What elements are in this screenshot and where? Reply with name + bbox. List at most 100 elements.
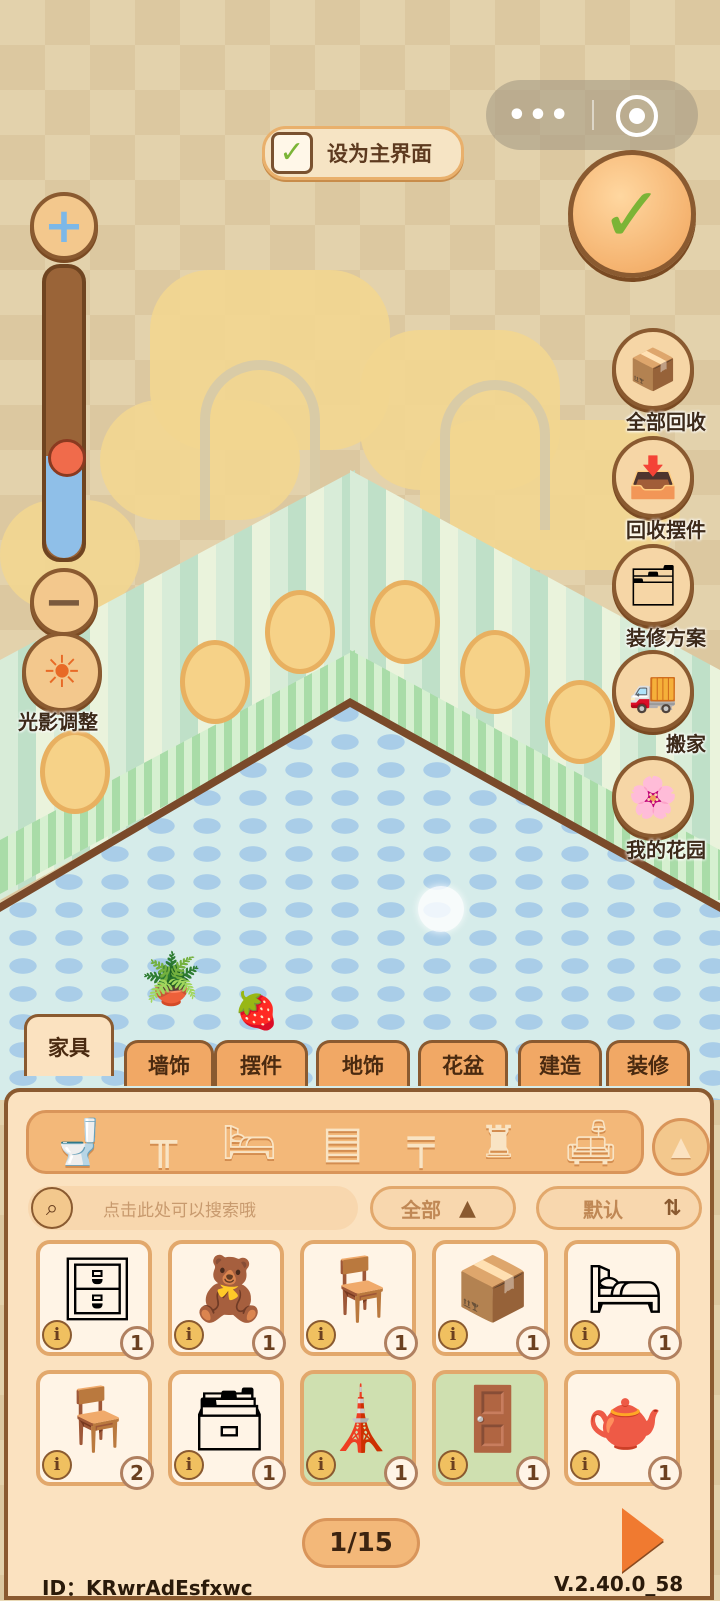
set-as-main-label: 设为主界面: [327, 142, 432, 166]
version-label: V.2.40.0_58: [554, 1572, 684, 1596]
tab-2[interactable]: 墙饰: [124, 1040, 214, 1086]
filter-dropdown[interactable]: 全部 ▲: [370, 1186, 516, 1230]
tab-label: 家具: [48, 1035, 90, 1060]
lamp-icon[interactable]: ♜: [479, 1117, 518, 1168]
right-menu-button-5[interactable]: 🌸: [612, 756, 694, 838]
inventory-item-folding-chair-blue[interactable]: 🪑 i 1: [300, 1240, 418, 1360]
tab-furniture[interactable]: 家具: [24, 1014, 114, 1076]
tab-7[interactable]: 装修: [606, 1040, 690, 1086]
expand-up-button[interactable]: ▲: [652, 1118, 710, 1176]
set-as-main-toggle[interactable]: ✓ 设为主界面: [262, 126, 464, 180]
right-menu-button-1[interactable]: 📦: [612, 328, 694, 410]
right-menu-button-2[interactable]: 📥: [612, 436, 694, 518]
right-menu-label: 全部回收: [626, 410, 706, 434]
info-icon[interactable]: i: [438, 1320, 468, 1350]
info-icon[interactable]: i: [42, 1320, 72, 1350]
info-icon[interactable]: i: [42, 1450, 72, 1480]
wall-frame: [545, 680, 615, 764]
item-thumbnail: 🪑: [58, 1382, 136, 1455]
page-indicator: 1/15: [302, 1518, 420, 1568]
item-thumbnail: 🛏: [586, 1252, 665, 1325]
info-icon[interactable]: i: [174, 1450, 204, 1480]
info-icon[interactable]: i: [570, 1320, 600, 1350]
zoom-slider[interactable]: [42, 264, 86, 562]
garden-arch: [200, 360, 320, 520]
garden-arch: [440, 380, 550, 530]
item-thumbnail: 🗼: [322, 1382, 400, 1455]
right-menu-label: 我的花园: [626, 838, 706, 862]
toilet-icon[interactable]: 🚽: [51, 1116, 106, 1168]
search-input[interactable]: 点击此处可以搜索哦: [103, 1196, 256, 1221]
info-icon[interactable]: i: [570, 1450, 600, 1480]
search-box[interactable]: ⌕ 点击此处可以搜索哦: [28, 1186, 358, 1230]
mini-program-capsule: •••: [486, 80, 698, 150]
inventory-item-lace-table[interactable]: 🛏 i 1: [564, 1240, 682, 1360]
item-count-badge: 1: [384, 1326, 418, 1360]
sort-dropdown[interactable]: 默认 ⇅: [536, 1186, 702, 1230]
inventory-item-tall-pillar-cabinet[interactable]: 🗼 i 1: [300, 1370, 418, 1490]
more-icon[interactable]: •••: [486, 80, 592, 150]
triangle-up-icon: ▲: [671, 1132, 691, 1162]
checkbox-checked-icon[interactable]: ✓: [271, 132, 313, 174]
inventory-item-screen-panel[interactable]: 🚪 i 1: [432, 1370, 550, 1490]
sort-arrows-icon: ⇅: [663, 1195, 682, 1221]
filter-value: 全部: [401, 1197, 441, 1222]
item-count-badge: 1: [252, 1326, 286, 1360]
info-icon[interactable]: i: [306, 1320, 336, 1350]
inventory-item-folding-chair-blue-2[interactable]: 🪑 i 2: [36, 1370, 154, 1490]
zoom-in-button[interactable]: +: [30, 192, 98, 260]
triangle-up-icon: ▲: [459, 1195, 476, 1221]
minus-icon: −: [43, 574, 85, 630]
sofa-icon[interactable]: 🛋: [563, 1116, 619, 1168]
zoom-out-button[interactable]: −: [30, 568, 98, 636]
inventory-item-stove-kettle[interactable]: 🫖 i 1: [564, 1370, 682, 1490]
wall-frame: [460, 630, 530, 714]
item-count-badge: 1: [120, 1326, 154, 1360]
light-adjust-button[interactable]: ☀: [22, 632, 102, 712]
potted-flower: 🪴: [140, 950, 203, 1008]
item-count-badge: 1: [648, 1456, 682, 1490]
item-thumbnail: 🗄: [58, 1252, 137, 1325]
next-page-button[interactable]: [622, 1508, 664, 1572]
bed-icon[interactable]: 🛏: [222, 1116, 278, 1168]
search-icon[interactable]: ⌕: [31, 1187, 73, 1229]
item-thumbnail: 🗃: [190, 1382, 269, 1455]
tab-6[interactable]: 建造: [518, 1040, 602, 1086]
light-adjust-label: 光影调整: [18, 710, 98, 734]
item-thumbnail: 🫖: [586, 1382, 664, 1455]
cabinet-icon[interactable]: ▤: [322, 1117, 364, 1168]
item-thumbnail: 🧸: [190, 1252, 268, 1325]
tab-5[interactable]: 花盆: [418, 1040, 508, 1086]
confirm-button[interactable]: ✓: [568, 150, 696, 278]
wall-frame: [40, 730, 110, 814]
right-menu-label: 搬家: [666, 732, 706, 756]
right-menu-button-4[interactable]: 🚚: [612, 650, 694, 732]
item-count-badge: 1: [252, 1456, 286, 1490]
stool-icon[interactable]: ╥: [151, 1117, 178, 1168]
sort-value: 默认: [583, 1197, 623, 1222]
page-text: 1/15: [329, 1528, 393, 1558]
ornament-recycle-icon: 📥: [628, 454, 678, 501]
wall-frame: [180, 640, 250, 724]
zoom-slider-knob[interactable]: [48, 439, 86, 477]
inventory-item-wooden-stove[interactable]: 🗄 i 1: [36, 1240, 154, 1360]
right-menu-label: 装修方案: [626, 626, 706, 650]
tab-label: 建造: [539, 1053, 581, 1078]
inventory-item-cloth-table[interactable]: 🗃 i 1: [168, 1370, 286, 1490]
moving-truck-icon: 🚚: [628, 668, 678, 715]
info-icon[interactable]: i: [306, 1450, 336, 1480]
checkmark-icon: ✓: [600, 169, 664, 259]
item-thumbnail: 🚪: [454, 1382, 532, 1455]
info-icon[interactable]: i: [174, 1320, 204, 1350]
box-recycle-icon: 📦: [628, 346, 678, 393]
right-menu-button-3[interactable]: 🗂: [612, 544, 694, 626]
table-icon[interactable]: ╤: [408, 1117, 435, 1168]
tab-4[interactable]: 地饰: [316, 1040, 410, 1086]
info-icon[interactable]: i: [438, 1450, 468, 1480]
player-id: ID：KRwrAdEsfxwc: [42, 1576, 253, 1600]
tab-label: 装修: [627, 1053, 669, 1078]
inventory-item-figurine-doll[interactable]: 🧸 i 1: [168, 1240, 286, 1360]
inventory-item-wooden-box-bed[interactable]: 📦 i 1: [432, 1240, 550, 1360]
close-icon[interactable]: [616, 95, 658, 137]
tab-3[interactable]: 摆件: [214, 1040, 308, 1086]
